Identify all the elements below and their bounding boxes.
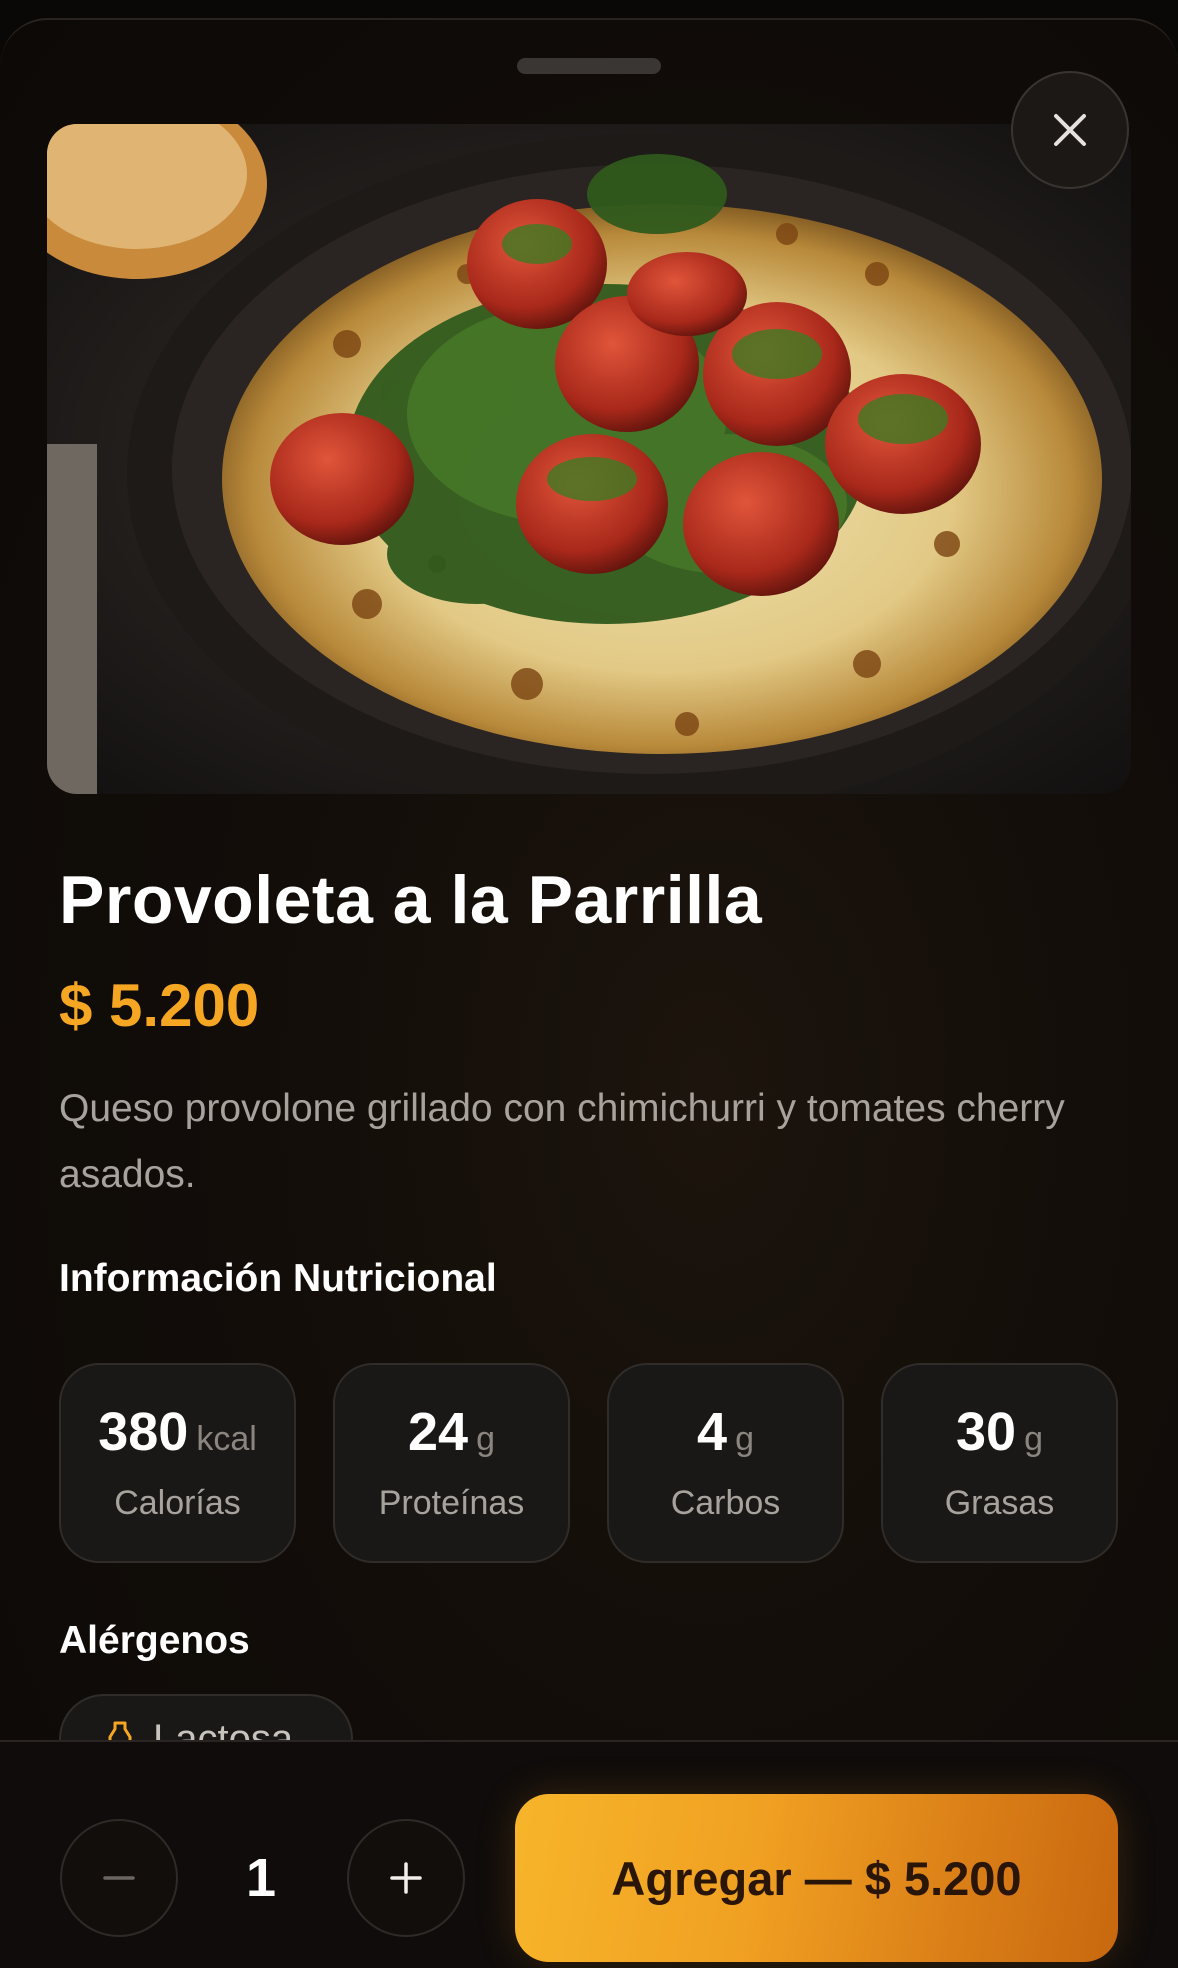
product-price: $ 5.200 xyxy=(59,972,260,1039)
product-name: Provoleta a la Parrilla xyxy=(59,862,763,938)
close-icon xyxy=(1054,114,1086,146)
increase-quantity-button[interactable] xyxy=(347,1819,465,1937)
order-bar: 1 Agregar — $ 5.200 xyxy=(0,1740,1178,1968)
nutrition-unit: g xyxy=(735,1420,754,1458)
nutrition-label: Carbos xyxy=(670,1484,781,1522)
nutrition-value: 4 xyxy=(697,1402,728,1462)
nutrition-value: 30 xyxy=(956,1402,1017,1462)
nutrition-card-calories: 380 kcal Calorías xyxy=(59,1363,296,1563)
add-to-cart-button[interactable]: Agregar — $ 5.200 xyxy=(515,1794,1118,1962)
nutrition-card-fat: 30 g Grasas xyxy=(881,1363,1118,1563)
minus-icon xyxy=(103,1876,135,1880)
nutrition-unit: kcal xyxy=(196,1420,257,1458)
quantity-value: 1 xyxy=(245,1848,277,1908)
nutrition-value: 24 xyxy=(408,1402,469,1462)
nutrition-unit: g xyxy=(476,1420,495,1458)
nutrition-unit: g xyxy=(1024,1420,1043,1458)
product-detail-sheet: Provoleta a la Parrilla $ 5.200 Queso pr… xyxy=(0,18,1178,1968)
provoleta-photo xyxy=(47,124,1131,794)
plus-icon xyxy=(390,1862,422,1894)
nutrition-label: Grasas xyxy=(944,1484,1055,1522)
decrease-quantity-button[interactable] xyxy=(60,1819,178,1937)
allergens-section-title: Alérgenos xyxy=(59,1619,250,1662)
product-image xyxy=(47,124,1131,794)
nutrition-label: Calorías xyxy=(114,1484,241,1522)
nutrition-card-protein: 24 g Proteínas xyxy=(333,1363,570,1563)
product-description: Queso provolone grillado con chimichurri… xyxy=(59,1087,1065,1196)
nutrition-value: 380 xyxy=(98,1402,189,1462)
nutrition-label: Proteínas xyxy=(378,1484,525,1522)
close-button[interactable] xyxy=(1011,71,1129,189)
nutrition-section-title: Información Nutricional xyxy=(59,1257,497,1300)
drag-handle[interactable] xyxy=(517,58,661,74)
nutrition-card-carbs: 4 g Carbos xyxy=(607,1363,844,1563)
